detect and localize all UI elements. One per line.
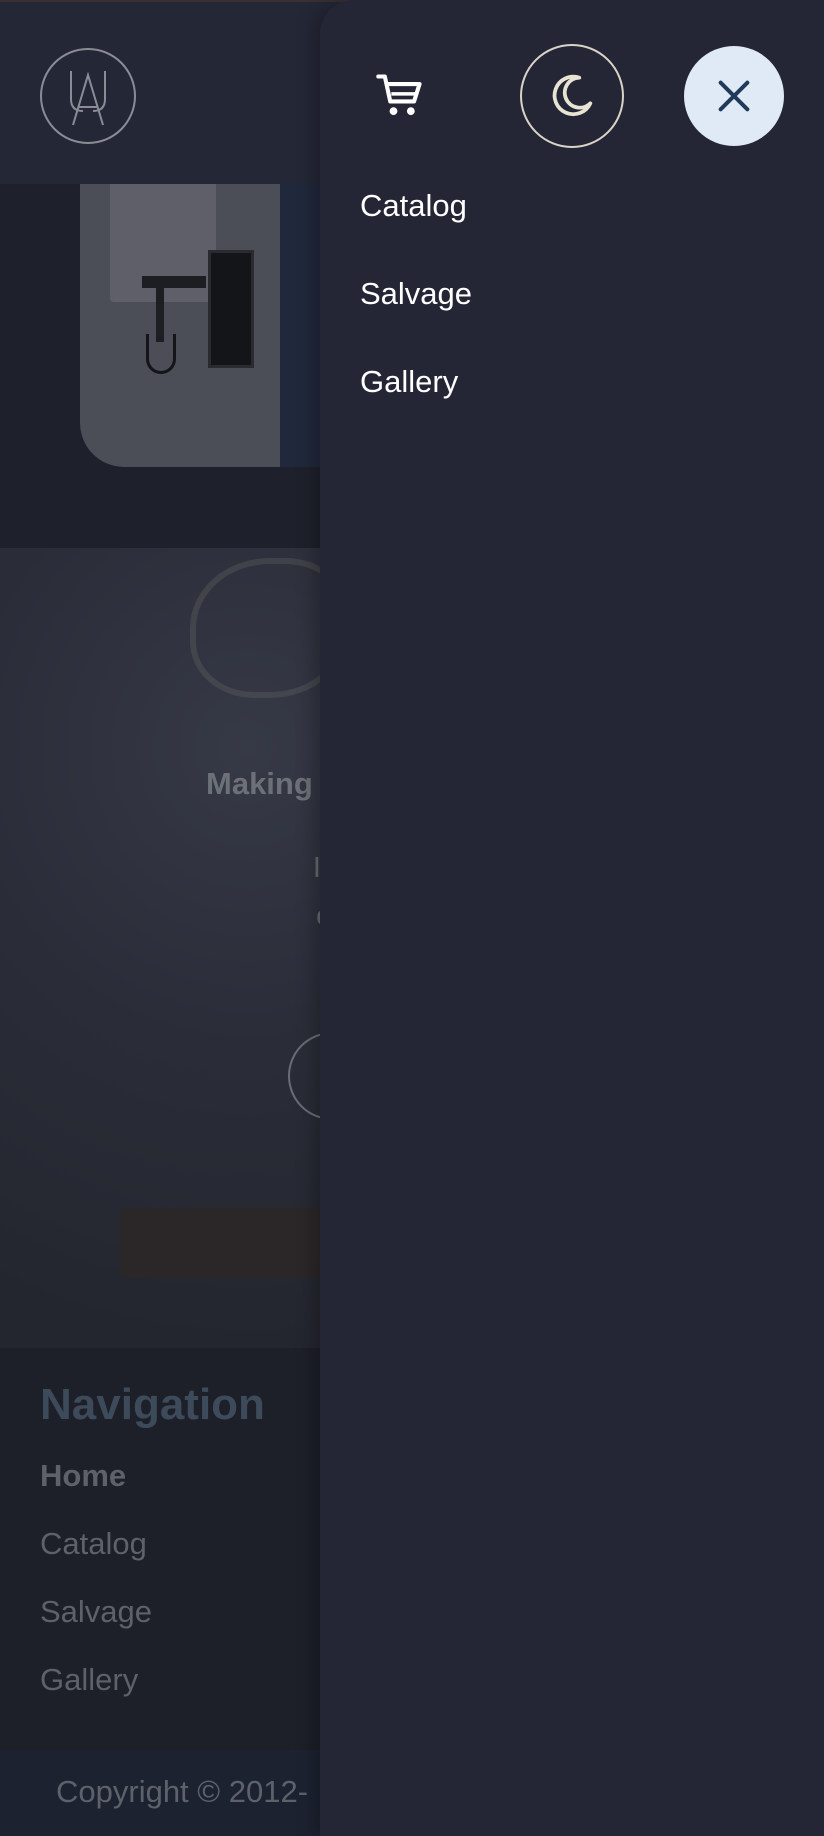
- lamp-wall-plate: [208, 250, 254, 368]
- drawer-link-gallery[interactable]: Gallery: [360, 364, 458, 400]
- navigation-drawer: Catalog Salvage Gallery: [320, 0, 824, 1836]
- drawer-link-catalog[interactable]: Catalog: [360, 188, 467, 224]
- copyright-text: Copyright © 2012-: [56, 1774, 309, 1809]
- cart-icon: [376, 74, 422, 116]
- logo-monogram-icon: [70, 71, 106, 126]
- hero-title: Making: [206, 766, 313, 801]
- footer-link-salvage[interactable]: Salvage: [40, 1594, 152, 1630]
- cart-button[interactable]: [370, 66, 430, 126]
- moon-icon: [552, 74, 593, 117]
- ua-monogram-logo[interactable]: [40, 48, 136, 144]
- footer-heading: Navigation: [40, 1380, 265, 1429]
- footer-link-catalog[interactable]: Catalog: [40, 1526, 147, 1562]
- wall-sconce-image: [80, 184, 280, 467]
- lamp-stem: [156, 282, 164, 342]
- lamp-arm: [142, 276, 206, 288]
- lamp-wire: [146, 334, 176, 374]
- close-icon: [718, 80, 750, 112]
- drawer-link-salvage[interactable]: Salvage: [360, 276, 472, 312]
- theme-toggle-button[interactable]: [520, 44, 624, 148]
- close-drawer-button[interactable]: [684, 46, 784, 146]
- footer-link-home[interactable]: Home: [40, 1458, 126, 1494]
- footer-link-gallery[interactable]: Gallery: [40, 1662, 138, 1698]
